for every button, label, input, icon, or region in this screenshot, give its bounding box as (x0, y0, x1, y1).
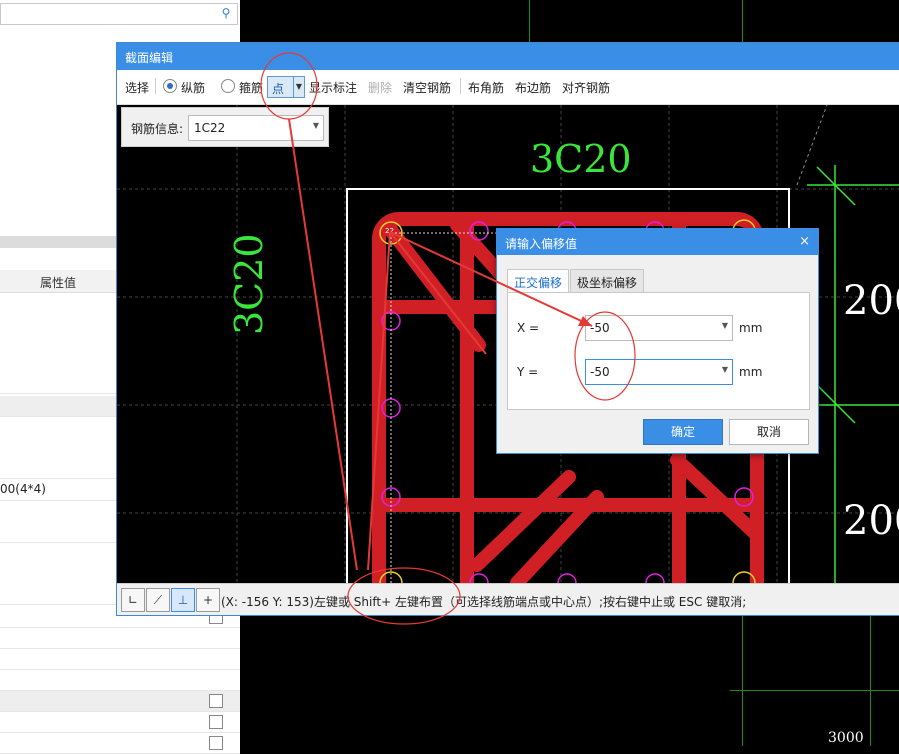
chevron-down-icon[interactable]: ▼ (293, 77, 304, 97)
rebar-info-panel: 钢筋信息: 1C22 ▼ (121, 107, 329, 147)
y-unit: mm (739, 365, 763, 379)
x-label: X = (517, 321, 540, 335)
property-row[interactable] (0, 733, 240, 754)
grid-line (742, 614, 743, 746)
stirrup-radio[interactable] (221, 79, 235, 93)
property-group-row[interactable] (0, 691, 240, 712)
grid-line (730, 690, 899, 691)
rebar-info-value: 1C22 (194, 121, 226, 135)
point-mode-dropdown[interactable]: 点 ▼ (267, 76, 305, 98)
grid-line (870, 614, 871, 746)
property-value-header: 属性值 (40, 276, 77, 290)
dimension-text: 3000 (828, 730, 864, 746)
select-button[interactable]: 选择 (125, 79, 149, 96)
perpendicular-snap-icon[interactable]: ⊥ (171, 588, 195, 612)
ortho-snap-icon[interactable]: ∟ (121, 588, 145, 612)
toolbar: 选择 纵筋 箍筋 点 ▼ 显示标注 删除 清空钢筋 布角筋 布边筋 对齐钢筋 (117, 70, 899, 105)
toolbar-separator (460, 78, 461, 94)
property-row[interactable] (0, 670, 240, 691)
clear-rebar-button[interactable]: 清空钢筋 (403, 79, 451, 96)
x-offset-value: -50 (590, 321, 610, 335)
y-offset-input[interactable]: -50 ▼ (585, 359, 733, 385)
edge-rebar-button[interactable]: 布边筋 (515, 79, 551, 96)
property-row[interactable] (0, 712, 240, 733)
checkbox[interactable] (209, 736, 223, 750)
offset-panel: X = -50 ▼ mm Y = -50 ▼ mm (507, 292, 810, 410)
align-rebar-button[interactable]: 对齐钢筋 (562, 79, 610, 96)
status-bar: ∟ ⟋ ⊥ + (X: -156 Y: 153)左键或 Shift+ 左键布置（… (117, 583, 899, 615)
property-row[interactable] (0, 628, 240, 649)
longitudinal-label[interactable]: 纵筋 (181, 79, 205, 96)
tab-label: 极坐标偏移 (577, 276, 638, 290)
status-text: (X: -156 Y: 153)左键或 Shift+ 左键布置（可选择线筋端点或… (221, 595, 747, 609)
dialog-title: 截面编辑 (125, 51, 174, 65)
dialog-titlebar[interactable]: 请输入偏移值 × (497, 229, 818, 255)
show-dims-button[interactable]: 显示标注 (309, 79, 357, 96)
longitudinal-radio[interactable] (163, 79, 177, 93)
property-row[interactable] (0, 649, 240, 670)
x-unit: mm (739, 321, 763, 335)
dialog-titlebar[interactable]: 截面编辑 (117, 43, 899, 70)
rebar-info-label: 钢筋信息: (131, 122, 184, 136)
y-offset-value: -50 (590, 365, 610, 379)
left-rebar-label: 3C20 (227, 233, 271, 335)
property-value: 00(4*4) (0, 482, 46, 496)
checkbox[interactable] (209, 694, 223, 708)
close-icon[interactable]: × (799, 234, 810, 249)
chevron-down-icon[interactable]: ▼ (722, 321, 728, 330)
corner-bar-label: 22 (385, 227, 394, 235)
x-offset-input[interactable]: -50 ▼ (585, 315, 733, 341)
search-input[interactable]: ⚲ (0, 3, 238, 25)
chevron-down-icon[interactable]: ▼ (313, 121, 319, 130)
checkbox[interactable] (209, 715, 223, 729)
dimension-text: 200 (843, 278, 899, 324)
tab-ortho-offset[interactable]: 正交偏移 (507, 269, 569, 293)
search-icon[interactable]: ⚲ (219, 6, 233, 20)
corner-rebar-button[interactable]: 布角筋 (468, 79, 504, 96)
point-mode-value: 点 (272, 82, 285, 96)
dialog-title: 请输入偏移值 (505, 237, 578, 251)
toolbar-separator (155, 78, 156, 94)
chevron-down-icon[interactable]: ▼ (722, 365, 728, 374)
tab-label: 正交偏移 (514, 276, 563, 290)
cancel-button[interactable]: 取消 (729, 419, 809, 445)
top-rebar-label: 3C20 (530, 137, 632, 181)
y-label: Y = (517, 365, 539, 379)
ok-button[interactable]: 确定 (643, 419, 723, 445)
line-snap-icon[interactable]: ⟋ (146, 588, 170, 612)
dimension-text: 200 (843, 498, 899, 544)
grid-line (742, 0, 743, 45)
delete-button[interactable]: 删除 (368, 79, 392, 96)
tab-polar-offset[interactable]: 极坐标偏移 (570, 269, 644, 293)
stirrup-label[interactable]: 箍筋 (239, 79, 263, 96)
offset-snap-icon[interactable]: + (196, 588, 220, 612)
offset-input-dialog: 请输入偏移值 × 正交偏移 极坐标偏移 X = -50 ▼ mm Y = -50… (496, 228, 819, 454)
rebar-info-dropdown[interactable]: 1C22 ▼ (188, 115, 324, 141)
grid-line (529, 0, 530, 45)
